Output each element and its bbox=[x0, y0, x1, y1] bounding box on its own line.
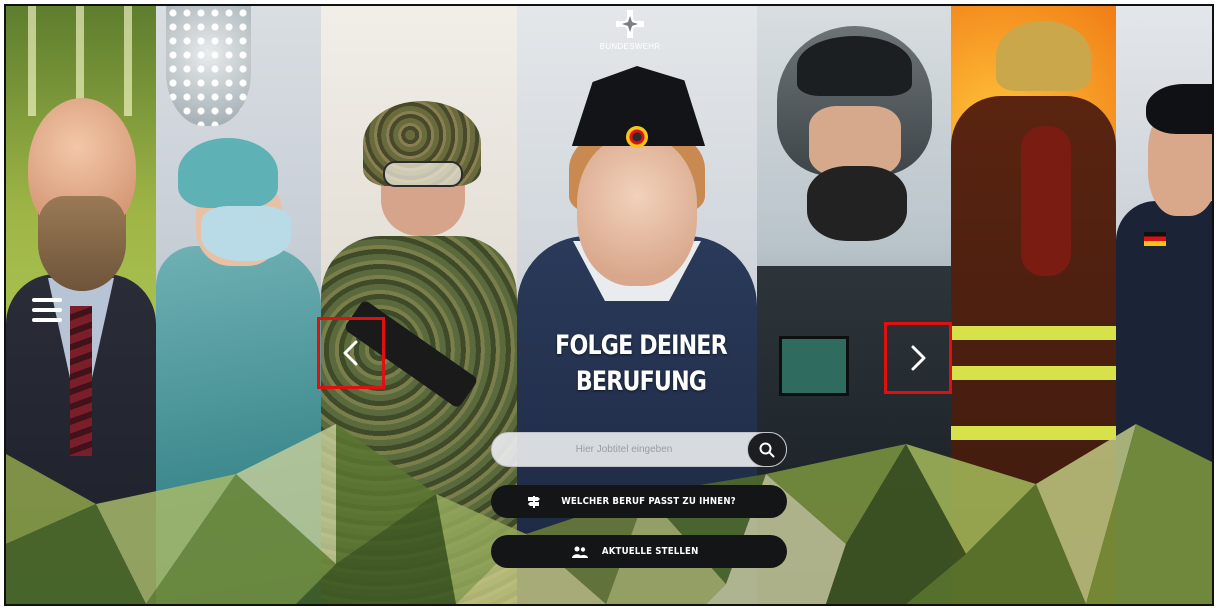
carousel-slide-manager bbox=[6, 6, 156, 604]
headline-line-1: FOLGE DEINER bbox=[555, 330, 727, 361]
career-quiz-label: WELCHER BERUF PASST ZU IHNEN? bbox=[561, 496, 737, 507]
chevron-right-icon bbox=[911, 345, 926, 371]
carousel-slide-pilot bbox=[757, 6, 951, 604]
carousel-slide-soldier bbox=[321, 6, 517, 604]
search-button[interactable] bbox=[747, 432, 787, 467]
carousel-slide-navy bbox=[1116, 6, 1212, 604]
search-icon bbox=[759, 442, 775, 457]
bundeswehr-logo[interactable]: BUNDESWEHR bbox=[598, 10, 662, 51]
headline-line-2: BERUFUNG bbox=[575, 366, 707, 397]
hamburger-menu-icon[interactable] bbox=[32, 298, 62, 322]
chevron-left-icon bbox=[343, 340, 358, 366]
carousel-next-button[interactable] bbox=[884, 322, 952, 394]
career-quiz-button[interactable]: WELCHER BERUF PASST ZU IHNEN? bbox=[491, 485, 787, 518]
iron-cross-icon bbox=[616, 10, 644, 38]
logo-text: BUNDESWEHR bbox=[599, 42, 661, 51]
hero-carousel: BUNDESWEHR FOLGE DEINER BERUFUNG Hier Jo… bbox=[4, 4, 1214, 606]
hero-headline: FOLGE DEINER BERUFUNG bbox=[555, 328, 727, 400]
carousel-prev-button[interactable] bbox=[317, 317, 385, 389]
current-jobs-button[interactable]: AKTUELLE STELLEN bbox=[491, 535, 787, 568]
job-search-input[interactable] bbox=[504, 433, 744, 466]
job-search-bar bbox=[491, 432, 787, 467]
carousel-slide-firefighter bbox=[951, 6, 1116, 604]
current-jobs-label: AKTUELLE STELLEN bbox=[601, 546, 699, 557]
signpost-icon bbox=[528, 495, 541, 508]
people-icon bbox=[571, 546, 588, 558]
carousel-slide-surgeon bbox=[156, 6, 321, 604]
